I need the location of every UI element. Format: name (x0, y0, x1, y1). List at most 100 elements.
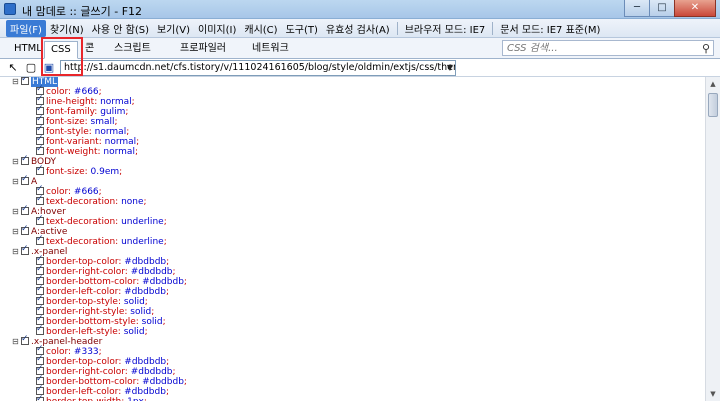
search-icon[interactable]: ⚲ (702, 42, 710, 55)
property-value[interactable]: small (91, 117, 115, 127)
collapse-toggle-icon[interactable]: ⊟ (12, 177, 20, 187)
css-declaration[interactable]: text-decoration: underline; (36, 214, 167, 227)
scroll-down-icon[interactable]: ▼ (706, 387, 720, 401)
css-declaration[interactable]: border-bottom-color: #dbdbdb; (36, 274, 187, 287)
css-rule[interactable]: ⊟.x-panel-header (12, 334, 102, 347)
property-value[interactable]: normal (105, 137, 137, 147)
property-name[interactable]: border-bottom-color (46, 377, 136, 387)
stylesheet-select[interactable]: http://s1.daumcdn.net/cfs.tistory/v/1110… (60, 60, 456, 76)
rule-checkbox[interactable] (21, 174, 29, 185)
property-value[interactable]: 0.9em (91, 167, 120, 177)
vertical-scrollbar[interactable]: ▲ ▼ (705, 77, 720, 401)
property-name[interactable]: text-decoration (46, 217, 115, 227)
menu-document-mode[interactable]: 문서 모드: IE7 표준(M) (496, 20, 604, 37)
property-name[interactable]: font-variant (46, 137, 99, 147)
collapse-toggle-icon[interactable]: ⊟ (12, 157, 20, 167)
property-name[interactable]: color (46, 87, 68, 97)
css-declaration[interactable]: border-bottom-style: solid; (36, 314, 166, 327)
property-value[interactable]: #dbdbdb (124, 357, 166, 367)
property-value[interactable]: #dbdbdb (124, 287, 166, 297)
css-declaration[interactable]: border-top-color: #dbdbdb; (36, 354, 169, 367)
css-declaration[interactable]: border-bottom-color: #dbdbdb; (36, 374, 187, 387)
property-name[interactable]: color (46, 347, 68, 357)
css-declaration[interactable]: text-decoration: none; (36, 194, 147, 207)
css-declaration[interactable]: font-size: 0.9em; (36, 164, 122, 177)
declaration-checkbox[interactable] (36, 164, 44, 175)
tab-script[interactable]: 스크립트 (108, 41, 157, 59)
property-name[interactable]: font-family (46, 107, 94, 117)
css-rule[interactable]: ⊟BODY (12, 154, 56, 167)
property-name[interactable]: border-top-color (46, 257, 118, 267)
property-value[interactable]: gulim (100, 107, 125, 117)
css-declaration[interactable]: color: #666; (36, 84, 102, 97)
property-name[interactable]: text-decoration (46, 197, 115, 207)
css-declaration[interactable]: color: #666; (36, 184, 102, 197)
css-declaration[interactable]: border-right-color: #dbdbdb; (36, 364, 176, 377)
property-value[interactable]: #666 (74, 87, 99, 97)
property-value[interactable]: underline (121, 217, 164, 227)
css-declaration[interactable]: color: #333; (36, 344, 102, 357)
property-name[interactable]: border-top-color (46, 357, 118, 367)
property-value[interactable]: underline (121, 237, 164, 247)
css-declaration[interactable]: font-size: small; (36, 114, 118, 127)
tab-css[interactable]: CSS (44, 41, 78, 59)
property-name[interactable]: font-size (46, 167, 85, 177)
declaration-checkbox[interactable] (36, 144, 44, 155)
tab-profiler[interactable]: 프로파일러 (174, 41, 232, 59)
menu-browser-mode[interactable]: 브라우저 모드: IE7 (401, 20, 490, 37)
property-name[interactable]: line-height (46, 97, 94, 107)
menu-validate[interactable]: 유효성 검사(A) (322, 20, 394, 37)
rule-checkbox[interactable] (21, 154, 29, 165)
new-document-icon[interactable]: ▢ (24, 61, 38, 75)
rule-checkbox[interactable] (21, 224, 29, 235)
collapse-toggle-icon[interactable]: ⊟ (12, 227, 20, 237)
property-name[interactable]: font-weight (46, 147, 98, 157)
property-value[interactable]: #333 (74, 347, 99, 357)
rule-checkbox[interactable] (21, 77, 29, 85)
property-value[interactable]: solid (124, 327, 145, 337)
collapse-toggle-icon[interactable]: ⊟ (12, 247, 20, 257)
property-value[interactable]: #dbdbdb (124, 387, 166, 397)
menu-view[interactable]: 보기(V) (153, 20, 194, 37)
close-button[interactable]: ✕ (674, 0, 716, 17)
property-name[interactable]: border-left-color (46, 287, 118, 297)
menu-find[interactable]: 찾기(N) (46, 20, 88, 37)
css-declaration[interactable]: font-variant: normal; (36, 134, 139, 147)
maximize-button[interactable]: □ (649, 0, 675, 17)
property-name[interactable]: text-decoration (46, 237, 115, 247)
property-value[interactable]: #dbdbdb (124, 257, 166, 267)
declaration-checkbox[interactable] (36, 394, 44, 401)
property-value[interactable]: solid (142, 317, 163, 327)
menu-cache[interactable]: 캐시(C) (240, 20, 281, 37)
property-name[interactable]: font-size (46, 117, 85, 127)
save-icon[interactable]: ▣ (42, 61, 56, 75)
declaration-checkbox[interactable] (36, 194, 44, 205)
tab-html[interactable]: HTML (8, 41, 48, 59)
property-value[interactable]: #666 (74, 187, 99, 197)
tab-network[interactable]: 네트워크 (246, 41, 295, 59)
property-name[interactable]: border-bottom-style (46, 317, 136, 327)
declaration-checkbox[interactable] (36, 324, 44, 335)
css-declaration[interactable]: border-top-color: #dbdbdb; (36, 254, 169, 267)
property-name[interactable]: border-left-color (46, 387, 118, 397)
property-name[interactable]: border-right-style (46, 307, 124, 317)
scroll-up-icon[interactable]: ▲ (706, 77, 720, 91)
property-value[interactable]: solid (124, 297, 145, 307)
css-declaration[interactable]: font-weight: normal; (36, 144, 138, 157)
property-name[interactable]: font-style (46, 127, 89, 137)
property-value[interactable]: normal (95, 127, 127, 137)
property-name[interactable]: border-bottom-color (46, 277, 136, 287)
property-name[interactable]: border-right-color (46, 367, 125, 377)
declaration-checkbox[interactable] (36, 214, 44, 225)
property-name[interactable]: border-right-color (46, 267, 125, 277)
collapse-toggle-icon[interactable]: ⊟ (12, 337, 20, 347)
property-value[interactable]: 1px (127, 397, 144, 401)
tab-console[interactable]: 콘 (79, 41, 100, 59)
collapse-toggle-icon[interactable]: ⊟ (12, 77, 20, 87)
rule-checkbox[interactable] (21, 334, 29, 345)
css-declaration[interactable]: border-top-style: solid; (36, 294, 148, 307)
property-name[interactable]: border-top-width (46, 397, 121, 401)
property-value[interactable]: #dbdbdb (131, 267, 173, 277)
css-declaration[interactable]: border-top-width: 1px; (36, 394, 147, 401)
css-declaration[interactable]: border-right-style: solid; (36, 304, 154, 317)
